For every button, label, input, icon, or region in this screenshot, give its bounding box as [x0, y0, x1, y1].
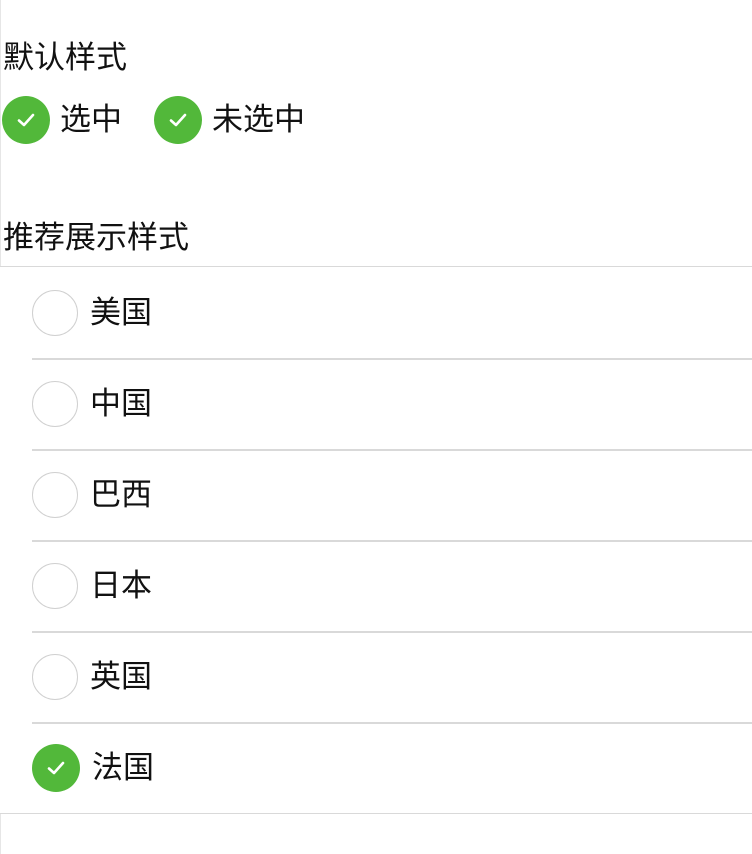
- radio-option-label: 选中: [60, 102, 122, 138]
- list-item-brazil[interactable]: 巴西: [0, 449, 752, 540]
- empty-circle-icon: [32, 471, 78, 518]
- list-item-label: 日本: [90, 567, 152, 604]
- checkmark-circle-icon: [2, 96, 50, 144]
- recommended-style-title: 推荐展示样式: [3, 220, 189, 256]
- empty-circle-icon: [32, 653, 78, 700]
- list-item-france[interactable]: 法国: [0, 722, 752, 813]
- list-item-uk[interactable]: 英国: [0, 631, 752, 722]
- empty-circle-icon: [32, 380, 78, 427]
- checkmark-circle-icon: [154, 96, 202, 144]
- radio-option-label: 未选中: [212, 102, 305, 138]
- default-style-title: 默认样式: [3, 40, 127, 76]
- radio-option-unselected[interactable]: 未选中: [154, 96, 305, 144]
- list-item-china[interactable]: 中国: [0, 358, 752, 449]
- page: 默认样式 选中 未选中 推荐展示样式 美国 中国 巴西 日本 英国 法国: [0, 0, 752, 854]
- radio-option-selected[interactable]: 选中: [2, 96, 122, 144]
- list-item-label: 法国: [92, 749, 154, 786]
- list-item-japan[interactable]: 日本: [0, 540, 752, 631]
- empty-circle-icon: [32, 562, 78, 609]
- empty-circle-icon: [32, 289, 78, 336]
- country-radio-list: 美国 中国 巴西 日本 英国 法国: [0, 266, 752, 814]
- list-item-label: 英国: [90, 658, 152, 695]
- default-radio-group: 选中 未选中: [2, 96, 337, 144]
- list-item-label: 中国: [90, 385, 152, 422]
- list-item-label: 巴西: [90, 476, 152, 513]
- list-item-usa[interactable]: 美国: [0, 267, 752, 358]
- list-item-label: 美国: [90, 294, 152, 331]
- checkmark-circle-icon: [32, 743, 80, 792]
